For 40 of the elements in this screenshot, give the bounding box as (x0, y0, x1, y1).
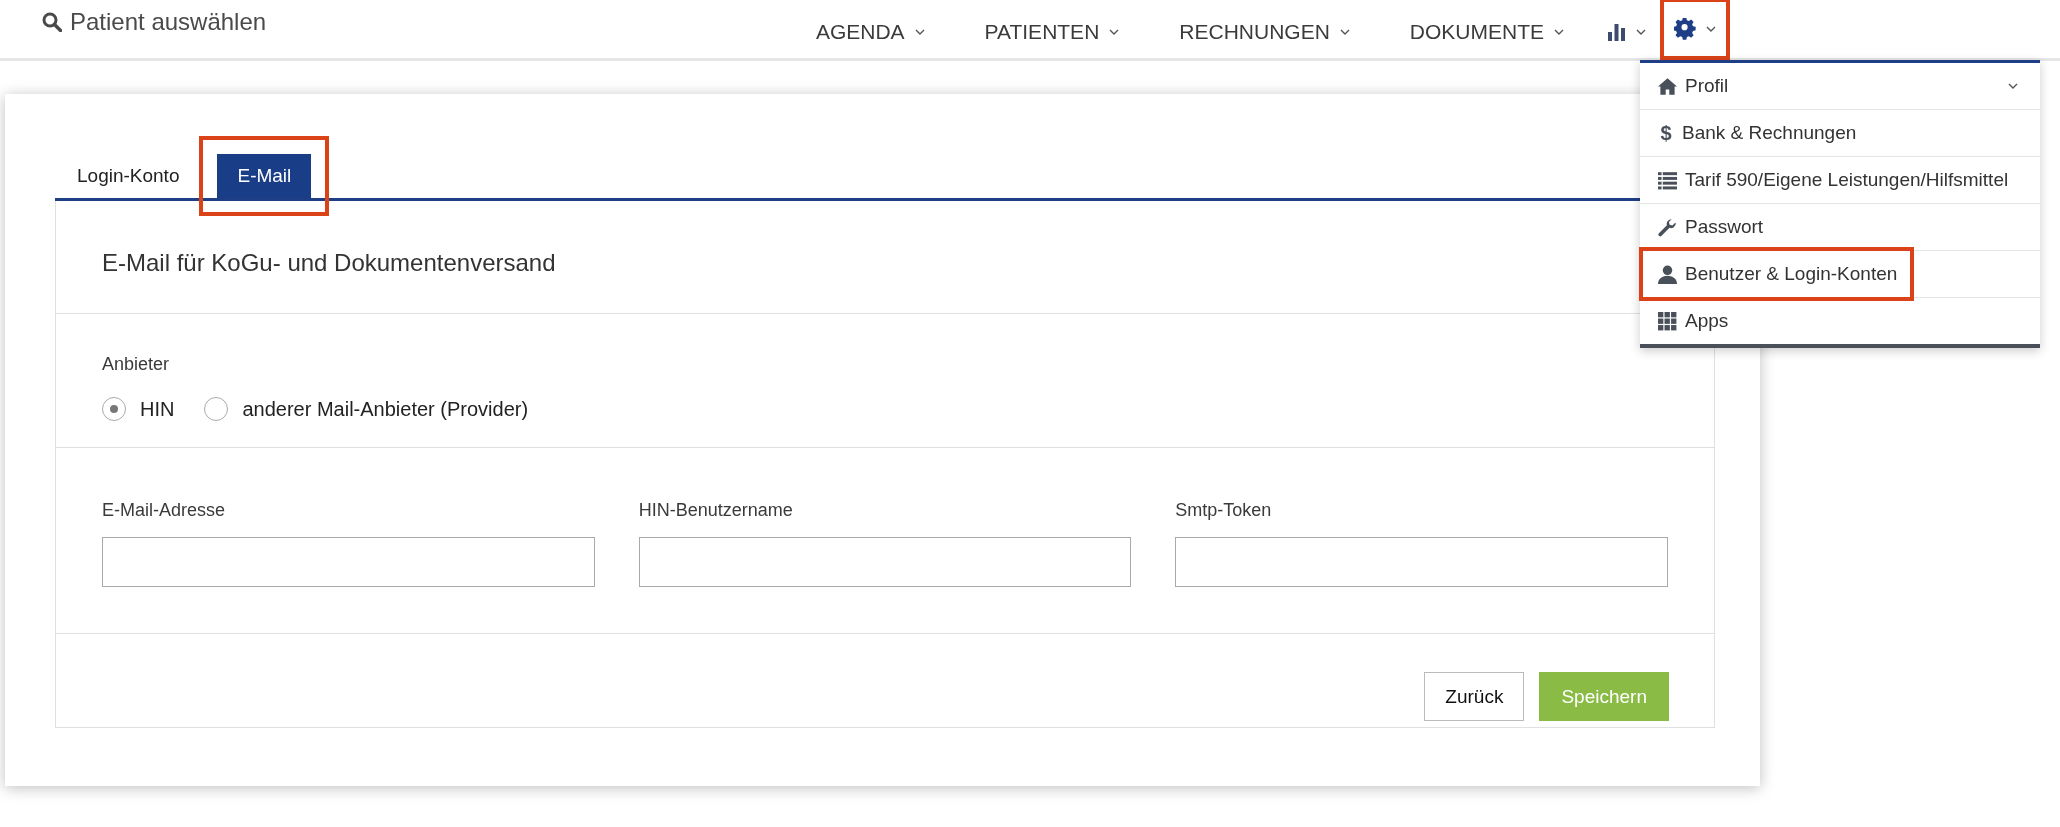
input-field[interactable] (102, 537, 595, 587)
menu-item[interactable]: Passwort (1642, 206, 1776, 248)
chevron-down-icon (1109, 29, 1120, 35)
nav-menu-item[interactable]: PATIENTEN (954, 3, 1150, 61)
nav-menu-item[interactable]: AGENDA (785, 3, 955, 61)
settings-icon (1674, 18, 1696, 40)
field-label: E-Mail-Adresse (102, 500, 227, 521)
field-label: Smtp-Token (1175, 500, 1273, 521)
menu-item[interactable]: $ Bank & Rechnungen (1642, 112, 1869, 154)
back-button[interactable]: Zurück (1424, 672, 1525, 721)
chevron-down-icon (914, 29, 925, 35)
chevron-down-icon (1636, 29, 1646, 35)
chevron-down-icon (1706, 26, 1716, 32)
home-icon (1658, 76, 1677, 96)
menu-item[interactable]: Profil (1642, 65, 1741, 107)
field-label: HIN-Benutzername (638, 500, 794, 521)
nav-menu-item[interactable]: RECHNUNGEN (1149, 3, 1380, 61)
field-label: Anbieter (102, 354, 171, 375)
patient-search-link[interactable]: Patient auswählen (42, 8, 267, 36)
user-icon (1658, 264, 1677, 284)
dollar-icon: $ (1658, 121, 1674, 145)
tab[interactable]: Login-Konto (55, 154, 200, 198)
settings-menu-button[interactable] (1660, 0, 1730, 60)
nav-menu-item[interactable]: DOKUMENTE (1379, 3, 1594, 61)
menu-item[interactable]: Apps (1642, 300, 1741, 342)
section-title: E-Mail für KoGu- und Dokumentenversand (102, 248, 556, 278)
tab[interactable]: E-Mail (217, 154, 312, 198)
bar-chart-icon (1608, 23, 1626, 41)
chevron-down-icon (1339, 29, 1350, 35)
radio-label[interactable]: HIN (140, 397, 175, 421)
list-icon (1658, 170, 1677, 190)
radio-label[interactable]: anderer Mail-Anbieter (Provider) (242, 397, 529, 421)
chevron-down-icon (1554, 29, 1564, 35)
grid-icon (1658, 311, 1677, 331)
wrench-icon (1658, 217, 1677, 237)
menu-item[interactable]: Benutzer & Login-Konten (1642, 250, 1912, 298)
menu-item[interactable]: Tarif 590/Eigene Leistungen/Hilfsmittel (1642, 159, 2021, 201)
search-icon (42, 12, 62, 32)
input-field[interactable] (1175, 537, 1668, 587)
input-field[interactable] (638, 537, 1132, 587)
